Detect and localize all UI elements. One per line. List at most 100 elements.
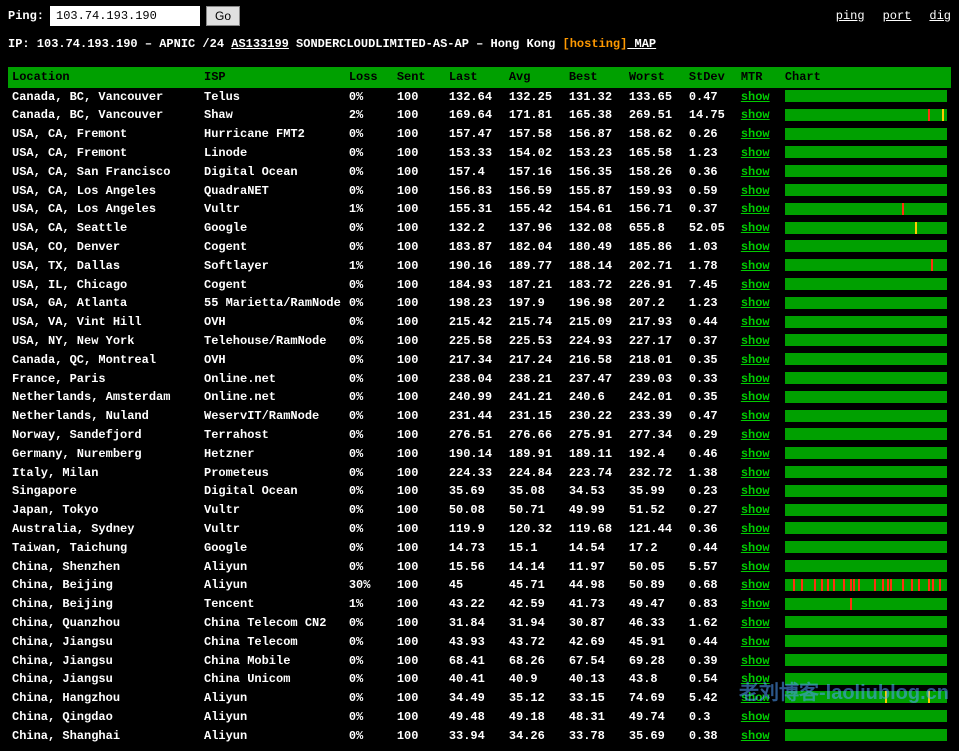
chart-bar xyxy=(785,372,947,384)
chart-bar xyxy=(785,485,947,497)
td-location: Canada, BC, Vancouver xyxy=(8,106,200,125)
chart-bar xyxy=(785,710,947,722)
mtr-show-link[interactable]: show xyxy=(741,729,770,743)
mtr-show-link[interactable]: show xyxy=(741,409,770,423)
td-location: USA, TX, Dallas xyxy=(8,257,200,276)
table-row: USA, CA, FremontLinode0%100153.33154.021… xyxy=(8,144,951,163)
chart-bar xyxy=(785,165,947,177)
mtr-show-link[interactable]: show xyxy=(741,202,770,216)
mtr-show-link[interactable]: show xyxy=(741,428,770,442)
td-worst: 655.8 xyxy=(625,219,685,238)
td-mtr: show xyxy=(737,614,781,633)
td-best: 156.35 xyxy=(565,163,625,182)
mtr-show-link[interactable]: show xyxy=(741,372,770,386)
td-location: Taiwan, Taichung xyxy=(8,539,200,558)
map-link[interactable]: MAP xyxy=(627,37,656,51)
chart-bar xyxy=(785,353,947,365)
table-row: Australia, SydneyVultr0%100119.9120.3211… xyxy=(8,520,951,539)
td-chart xyxy=(781,88,951,107)
mtr-show-link[interactable]: show xyxy=(741,466,770,480)
nav-dig[interactable]: dig xyxy=(929,8,951,25)
ip-input[interactable] xyxy=(50,6,200,26)
mtr-show-link[interactable]: show xyxy=(741,616,770,630)
td-sent: 100 xyxy=(393,652,445,671)
td-stdev: 1.62 xyxy=(685,614,737,633)
td-last: 231.44 xyxy=(445,407,505,426)
td-mtr: show xyxy=(737,595,781,614)
mtr-show-link[interactable]: show xyxy=(741,522,770,536)
mtr-show-link[interactable]: show xyxy=(741,710,770,724)
td-location: Canada, QC, Montreal xyxy=(8,351,200,370)
mtr-show-link[interactable]: show xyxy=(741,541,770,555)
mtr-show-link[interactable]: show xyxy=(741,165,770,179)
td-stdev: 0.27 xyxy=(685,501,737,520)
mtr-show-link[interactable]: show xyxy=(741,503,770,517)
mtr-show-link[interactable]: show xyxy=(741,278,770,292)
nav-ping[interactable]: ping xyxy=(836,8,865,25)
mtr-show-link[interactable]: show xyxy=(741,578,770,592)
chart-spike xyxy=(928,109,930,121)
mtr-show-link[interactable]: show xyxy=(741,259,770,273)
mtr-show-link[interactable]: show xyxy=(741,296,770,310)
mtr-show-link[interactable]: show xyxy=(741,108,770,122)
chart-bar xyxy=(785,297,947,309)
td-avg: 34.26 xyxy=(505,727,565,746)
mtr-show-link[interactable]: show xyxy=(741,597,770,611)
hosting-tag: [hosting] xyxy=(563,37,628,51)
td-chart xyxy=(781,276,951,295)
td-loss: 0% xyxy=(345,182,393,201)
table-row: USA, CA, Los AngelesQuadraNET0%100156.83… xyxy=(8,182,951,201)
mtr-show-link[interactable]: show xyxy=(741,672,770,686)
td-avg: 187.21 xyxy=(505,276,565,295)
header-row: Location ISP Loss Sent Last Avg Best Wor… xyxy=(8,67,951,88)
td-best: 230.22 xyxy=(565,407,625,426)
td-sent: 100 xyxy=(393,125,445,144)
mtr-show-link[interactable]: show xyxy=(741,447,770,461)
table-row: China, BeijingTencent1%10043.2242.5941.7… xyxy=(8,595,951,614)
td-isp: China Telecom CN2 xyxy=(200,614,345,633)
mtr-show-link[interactable]: show xyxy=(741,484,770,498)
chart-spike xyxy=(890,579,892,591)
td-worst: 69.28 xyxy=(625,652,685,671)
chart-cell xyxy=(785,635,947,649)
chart-spike xyxy=(843,579,845,591)
td-avg: 132.25 xyxy=(505,88,565,107)
td-last: 68.41 xyxy=(445,652,505,671)
as-link[interactable]: AS133199 xyxy=(231,37,289,51)
mtr-show-link[interactable]: show xyxy=(741,240,770,254)
td-avg: 35.12 xyxy=(505,689,565,708)
mtr-show-link[interactable]: show xyxy=(741,90,770,104)
td-best: 183.72 xyxy=(565,276,625,295)
mtr-show-link[interactable]: show xyxy=(741,127,770,141)
mtr-show-link[interactable]: show xyxy=(741,691,770,705)
mtr-show-link[interactable]: show xyxy=(741,184,770,198)
td-chart xyxy=(781,652,951,671)
td-stdev: 0.39 xyxy=(685,652,737,671)
td-location: Australia, Sydney xyxy=(8,520,200,539)
td-stdev: 5.42 xyxy=(685,689,737,708)
td-last: 169.64 xyxy=(445,106,505,125)
mtr-show-link[interactable]: show xyxy=(741,353,770,367)
td-sent: 100 xyxy=(393,238,445,257)
mtr-show-link[interactable]: show xyxy=(741,146,770,160)
td-sent: 100 xyxy=(393,689,445,708)
mtr-show-link[interactable]: show xyxy=(741,390,770,404)
mtr-show-link[interactable]: show xyxy=(741,560,770,574)
go-button[interactable]: Go xyxy=(206,6,240,26)
td-location: China, Hangzhou xyxy=(8,689,200,708)
nav-port[interactable]: port xyxy=(883,8,912,25)
chart-cell xyxy=(785,278,947,292)
mtr-show-link[interactable]: show xyxy=(741,315,770,329)
td-isp: Linode xyxy=(200,144,345,163)
td-mtr: show xyxy=(737,539,781,558)
mtr-show-link[interactable]: show xyxy=(741,334,770,348)
td-last: 238.04 xyxy=(445,370,505,389)
td-stdev: 0.3 xyxy=(685,708,737,727)
td-mtr: show xyxy=(737,445,781,464)
mtr-show-link[interactable]: show xyxy=(741,635,770,649)
chart-bar xyxy=(785,146,947,158)
mtr-show-link[interactable]: show xyxy=(741,654,770,668)
mtr-show-link[interactable]: show xyxy=(741,221,770,235)
td-worst: 159.93 xyxy=(625,182,685,201)
td-sent: 100 xyxy=(393,219,445,238)
